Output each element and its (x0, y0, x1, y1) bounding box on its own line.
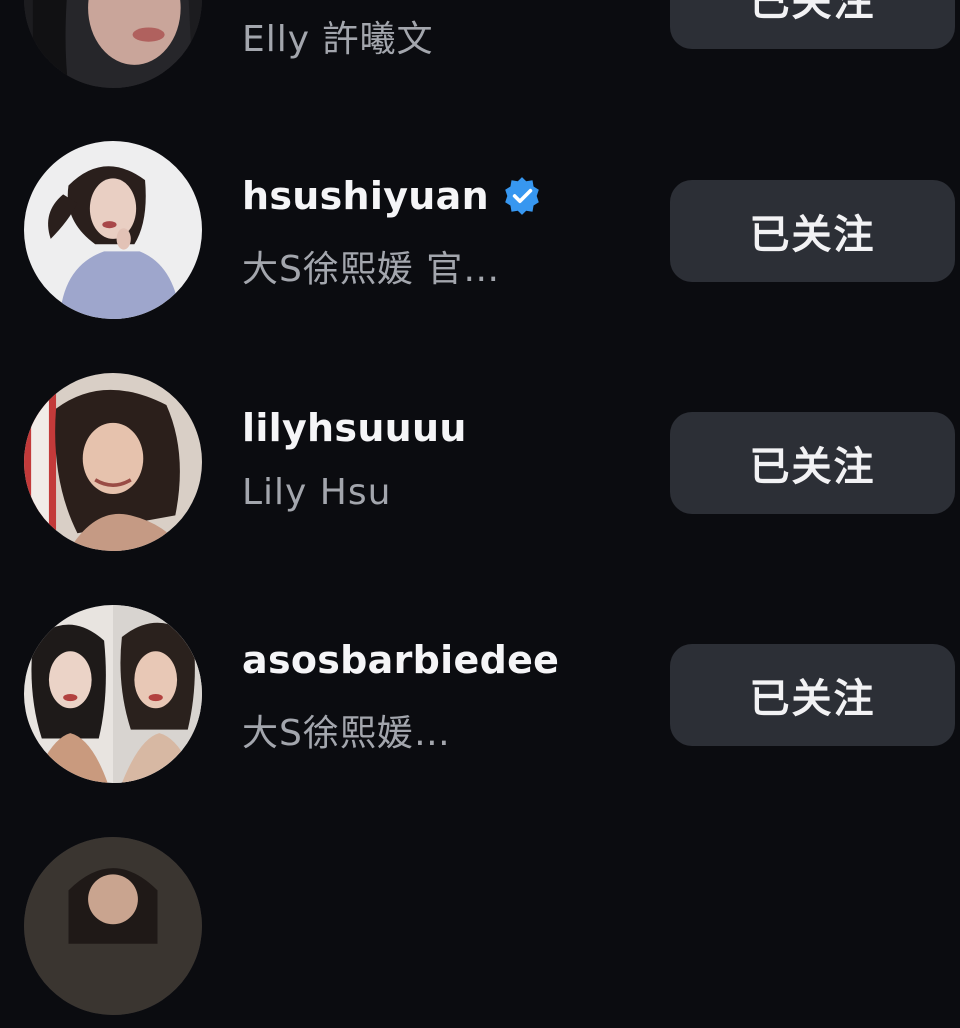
avatar-image (24, 605, 202, 783)
list-item[interactable]: asosbarbiedee 大S徐熙媛… 已关注 (0, 596, 960, 796)
username-text: hsushiyuan (242, 174, 489, 218)
full-name: Elly 許曦文 (242, 19, 434, 60)
username[interactable]: lilyhsuuuu (242, 406, 467, 450)
following-list: Elly 許曦文 已关注 hsushiyuan 大S徐熙媛 官… 已关注 lil… (0, 0, 960, 1015)
avatar-image (24, 373, 202, 551)
full-name: 大S徐熙媛 官… (242, 249, 501, 290)
avatar[interactable] (24, 141, 202, 319)
avatar[interactable] (24, 373, 202, 551)
list-item[interactable]: hsushiyuan 大S徐熙媛 官… 已关注 (0, 132, 960, 332)
following-button[interactable]: 已关注 (670, 0, 955, 49)
full-name: Lily Hsu (242, 472, 392, 513)
list-item[interactable] (0, 828, 960, 1028)
verified-badge-icon (501, 175, 543, 217)
list-item[interactable]: lilyhsuuuu Lily Hsu 已关注 (0, 364, 960, 564)
avatar-image (24, 837, 202, 1015)
list-item[interactable]: Elly 許曦文 已关注 (0, 0, 960, 90)
avatar[interactable] (24, 837, 202, 1015)
avatar-image (24, 0, 202, 88)
username-text: asosbarbiedee (242, 638, 560, 682)
following-button[interactable]: 已关注 (670, 412, 955, 514)
avatar[interactable] (24, 605, 202, 783)
full-name: 大S徐熙媛… (242, 713, 451, 754)
avatar[interactable] (24, 0, 202, 88)
following-button[interactable]: 已关注 (670, 180, 955, 282)
avatar-image (24, 141, 202, 319)
username[interactable]: hsushiyuan (242, 174, 543, 218)
following-button[interactable]: 已关注 (670, 644, 955, 746)
username-text: lilyhsuuuu (242, 406, 467, 450)
username[interactable]: asosbarbiedee (242, 638, 559, 682)
